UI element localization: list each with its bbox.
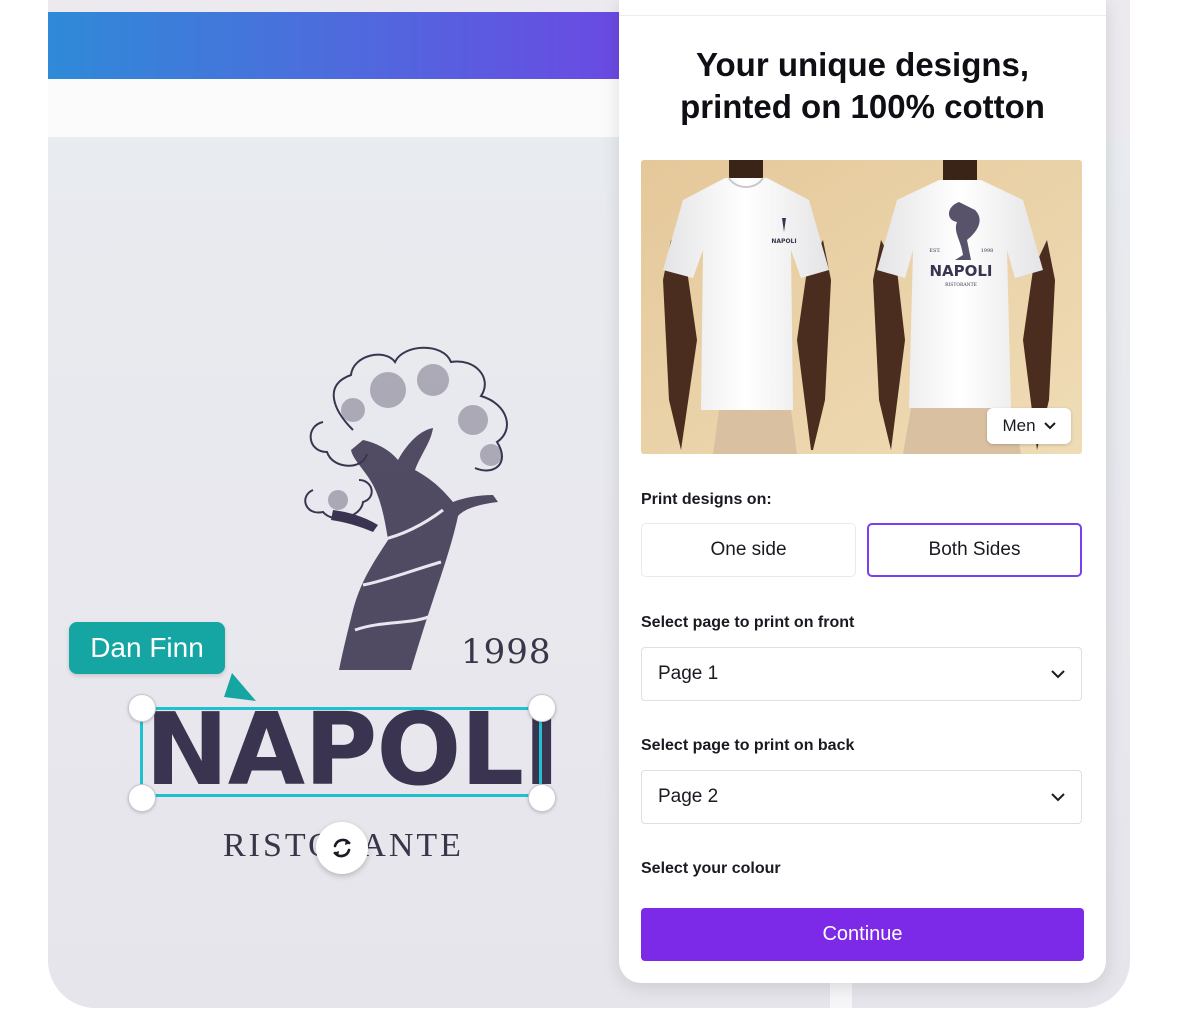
resize-handle-top-right[interactable]: [528, 694, 556, 722]
collaborator-cursor-icon: [224, 673, 256, 701]
collaborator-name: Dan Finn: [90, 632, 204, 663]
print-both-sides-button[interactable]: Both Sides: [867, 523, 1082, 577]
panel-title: Your unique designs, printed on 100% cot…: [680, 46, 1045, 125]
back-page-select[interactable]: Page 2: [641, 770, 1082, 824]
back-shirt-logo-year: 1998: [981, 248, 994, 254]
print-options-panel: Your unique designs, printed on 100% cot…: [619, 0, 1106, 983]
front-shirt-logo: NAPOLI: [771, 238, 796, 245]
editor-header-banner: [48, 12, 620, 79]
back-shirt-logo-est: EST.: [929, 248, 941, 254]
front-page-label: Select page to print on front: [641, 614, 855, 631]
text-selection-box[interactable]: [140, 707, 542, 797]
back-page-label: Select page to print on back: [641, 737, 855, 754]
continue-button[interactable]: Continue: [641, 908, 1084, 961]
editor-toolbar-strip: [48, 79, 620, 137]
front-page-value: Page 1: [658, 663, 719, 684]
gender-dropdown[interactable]: Men: [987, 408, 1071, 444]
colour-label: Select your colour: [641, 860, 781, 877]
resize-handle-top-left[interactable]: [128, 694, 156, 722]
print-designs-label: Print designs on:: [641, 491, 772, 508]
chevron-down-icon: [1043, 422, 1056, 430]
collaborator-cursor-tag: Dan Finn: [69, 622, 225, 674]
rotate-handle[interactable]: [316, 822, 368, 874]
front-page-select[interactable]: Page 1: [641, 647, 1082, 701]
canvas-scroll-strip: [830, 980, 852, 1008]
logo-year: 1998: [461, 632, 552, 672]
back-shirt-logo-sub: RISTORANTE: [945, 282, 977, 288]
resize-handle-bottom-left[interactable]: [128, 784, 156, 812]
print-one-side-button[interactable]: One side: [641, 523, 856, 577]
back-shirt-logo: NAPOLI: [929, 262, 992, 280]
gender-dropdown-value: Men: [1002, 416, 1036, 435]
rotate-icon: [333, 838, 351, 858]
tree-illustration: [304, 346, 508, 670]
chevron-down-icon: [1051, 669, 1065, 678]
resize-handle-bottom-right[interactable]: [528, 784, 556, 812]
chevron-down-icon: [1051, 792, 1065, 801]
back-page-value: Page 2: [658, 786, 719, 807]
